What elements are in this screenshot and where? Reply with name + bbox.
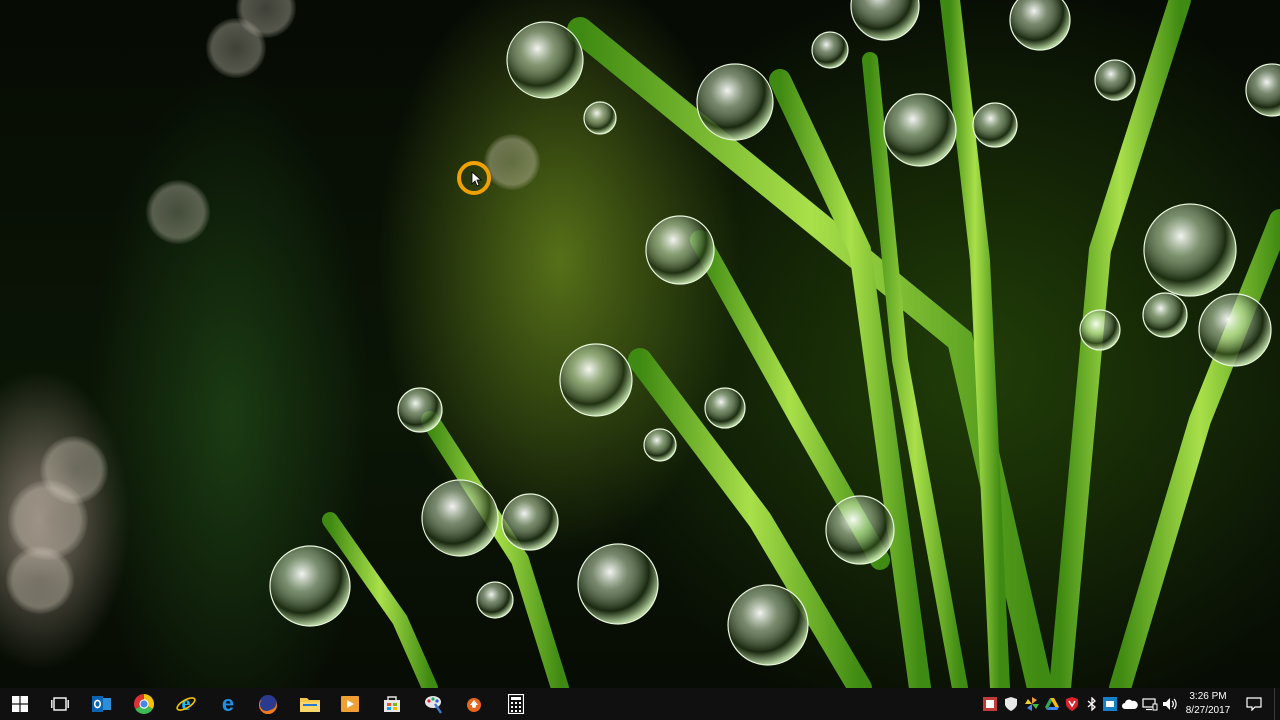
internet-explorer-button[interactable]: e: [166, 688, 206, 720]
clock[interactable]: 3:26 PM 8/27/2017: [1180, 688, 1236, 720]
volume-icon[interactable]: [1162, 696, 1178, 712]
edge-button[interactable]: e: [208, 688, 248, 720]
internet-explorer-icon: e: [176, 694, 196, 714]
svg-text:e: e: [222, 694, 234, 714]
chrome-icon: [134, 694, 154, 714]
shield-icon[interactable]: [1003, 696, 1019, 712]
mouse-cursor-icon: [457, 161, 491, 195]
security-icon[interactable]: [982, 696, 998, 712]
store-icon: [384, 696, 400, 712]
chrome-button[interactable]: [124, 688, 164, 720]
media-player-button[interactable]: [330, 688, 370, 720]
store-button[interactable]: [372, 688, 412, 720]
windows-logo-icon: [12, 696, 28, 712]
task-view-button[interactable]: [40, 688, 80, 720]
start-button[interactable]: [0, 688, 40, 720]
bluetooth-icon[interactable]: [1084, 696, 1100, 712]
media-player-icon: [341, 696, 359, 712]
orange-app-icon: [467, 698, 481, 712]
paint-button[interactable]: [414, 688, 454, 720]
outlook-icon: [92, 696, 111, 712]
svg-text:e: e: [182, 694, 191, 714]
firefox-icon: [259, 695, 277, 714]
plant-illustration: [6, 0, 1280, 688]
firefox-button[interactable]: [248, 688, 288, 720]
show-desktop-button[interactable]: [1274, 688, 1280, 720]
network-adapter-icon[interactable]: [1102, 696, 1118, 712]
onedrive-icon[interactable]: [1122, 696, 1138, 712]
task-view-icon: [51, 697, 69, 711]
paint-icon: [425, 696, 442, 714]
antivirus-icon[interactable]: [1064, 696, 1080, 712]
google-drive-icon[interactable]: [1044, 696, 1060, 712]
orange-app-button[interactable]: [454, 688, 494, 720]
clock-time: 3:26 PM: [1189, 691, 1227, 702]
action-center-button[interactable]: [1240, 688, 1268, 720]
pinwheel-icon[interactable]: [1024, 696, 1040, 712]
taskbar: e e 3:26 PM 8/27/2017: [0, 688, 1280, 720]
outlook-button[interactable]: [82, 688, 122, 720]
desktop-wallpaper: [0, 0, 1280, 688]
folder-icon: [300, 698, 320, 712]
calculator-button[interactable]: [496, 688, 536, 720]
clock-date: 8/27/2017: [1185, 705, 1231, 716]
file-explorer-button[interactable]: [290, 688, 330, 720]
notification-icon: [1246, 697, 1262, 711]
calculator-icon: [508, 694, 524, 714]
wifi-icon[interactable]: [1142, 696, 1158, 712]
edge-icon: e: [222, 694, 234, 714]
